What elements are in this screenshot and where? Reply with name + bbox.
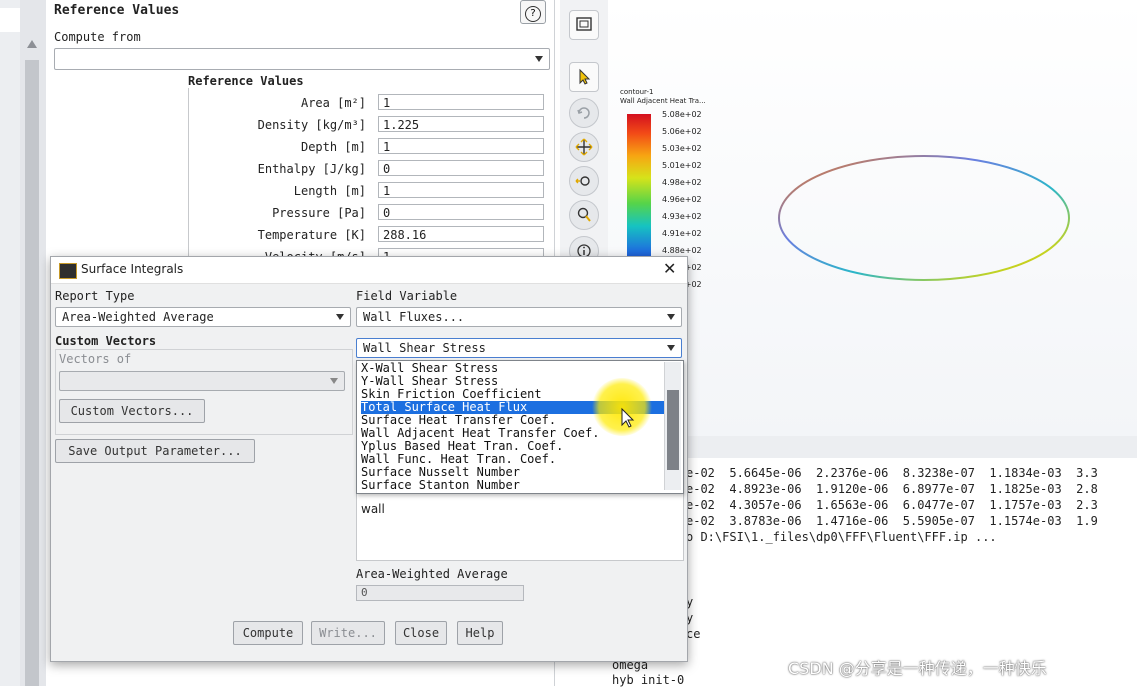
colorbar-tick: 5.03e+02 <box>662 144 702 153</box>
console-line: o D:\FSI\1._files\dp0\FFF\Fluent\FFF.ip … <box>686 530 997 544</box>
colorbar-tick: 4.91e+02 <box>662 229 702 238</box>
ref-input-temperature[interactable]: 288.16 <box>378 226 544 242</box>
compute-from-label: Compute from <box>54 30 141 44</box>
colorbar-tick: 5.08e+02 <box>662 110 702 119</box>
zoom-in-out-button[interactable] <box>569 166 599 196</box>
close-icon[interactable]: ✕ <box>663 259 676 278</box>
ref-row-temperature: Temperature [K] 288.16 <box>196 226 546 244</box>
report-type-dropdown[interactable]: Area-Weighted Average <box>55 307 351 327</box>
compute-button[interactable]: Compute <box>233 621 303 645</box>
vectors-of-label: Vectors of <box>59 352 132 366</box>
console-line: e-02 4.3057e-06 1.6563e-06 6.0477e-07 1.… <box>686 498 1098 512</box>
ref-row-pressure: Pressure [Pa] 0 <box>196 204 546 222</box>
ref-label: Area [m²] <box>300 96 366 110</box>
colorbar-tick: 4.96e+02 <box>662 195 702 204</box>
dialog-title: Surface Integrals <box>81 262 184 276</box>
zoom-arrows-icon <box>575 176 590 186</box>
contour-name: contour-1 <box>620 88 654 96</box>
field-sub-variable-dropdown[interactable]: Wall Shear Stress <box>356 338 682 358</box>
ref-input-length[interactable]: 1 <box>378 182 544 198</box>
report-type-value: Area-Weighted Average <box>62 310 214 324</box>
ref-label: Depth [m] <box>300 140 366 154</box>
field-variable-value: Wall Fluxes... <box>363 310 465 324</box>
ref-row-length: Length [m] 1 <box>196 182 546 200</box>
result-label: Area-Weighted Average <box>356 567 508 581</box>
colorbar-tick: 4.98e+02 <box>662 178 702 187</box>
graphics-toolbar <box>560 0 609 280</box>
contour-variable: Wall Adjacent Heat Tra... <box>620 97 706 105</box>
rotate-icon <box>577 107 590 119</box>
scroll-up-icon[interactable] <box>27 40 37 48</box>
ref-label: Pressure [Pa] <box>272 206 366 220</box>
field-variable-dropdown[interactable]: Wall Fluxes... <box>356 307 682 327</box>
ref-input-density[interactable]: 1.225 <box>378 116 544 132</box>
ref-label: Length [m] <box>293 184 366 198</box>
ref-label: Density [kg/m³] <box>257 118 366 132</box>
ref-row-density: Density [kg/m³] 1.225 <box>196 116 546 134</box>
chevron-down-icon <box>336 314 344 320</box>
surfaces-list[interactable]: wall <box>356 491 684 561</box>
dropdown-scroll-thumb[interactable] <box>667 390 679 470</box>
custom-vectors-button[interactable]: Custom Vectors... <box>59 399 205 423</box>
result-value-field: 0 <box>356 585 524 601</box>
ref-row-depth: Depth [m] 1 <box>196 138 546 156</box>
compute-from-dropdown[interactable] <box>54 48 550 70</box>
save-output-parameter-button[interactable]: Save Output Parameter... <box>55 439 255 463</box>
ref-label: Temperature [K] <box>257 228 366 242</box>
left-edge-panel <box>0 0 20 686</box>
chevron-down-icon <box>667 314 675 320</box>
field-sub-variable-value: Wall Shear Stress <box>363 341 486 355</box>
reference-values-group <box>188 84 553 274</box>
rotate-button[interactable] <box>569 98 599 128</box>
reference-values-title: Reference Values <box>54 3 180 18</box>
watermark-text: CSDN @分享是一种传递，一种快乐 <box>788 659 1047 678</box>
colorbar-tick: 5.06e+02 <box>662 127 702 136</box>
view-layout-button[interactable] <box>569 10 599 40</box>
ref-row-area: Area [m²] 1 <box>196 94 546 112</box>
zoom-box-button[interactable] <box>569 200 599 230</box>
console-line: e-02 4.8923e-06 1.9120e-06 6.8977e-07 1.… <box>686 482 1098 496</box>
fluent-app-icon <box>59 263 77 279</box>
help-dialog-button[interactable]: Help <box>457 621 503 645</box>
chevron-down-icon <box>330 378 338 384</box>
colorbar-tick: 4.88e+02 <box>662 246 702 255</box>
surface-item-wall[interactable]: wall <box>361 502 385 516</box>
dialog-titlebar[interactable]: Surface Integrals ✕ <box>51 257 687 284</box>
colorbar-tick: 5.01e+02 <box>662 161 702 170</box>
chevron-down-icon <box>667 345 675 351</box>
scrollbar-track[interactable] <box>25 60 39 686</box>
select-pointer-button[interactable] <box>569 62 599 92</box>
console-line: e-02 3.8783e-06 1.4716e-06 5.5905e-07 1.… <box>686 514 1098 528</box>
console-line: ce <box>686 627 701 641</box>
layout-icon <box>576 17 592 31</box>
ref-input-pressure[interactable]: 0 <box>378 204 544 220</box>
vectors-of-dropdown[interactable] <box>59 371 345 391</box>
ref-input-enthalpy[interactable]: 0 <box>378 160 544 176</box>
custom-vectors-label: Custom Vectors <box>55 334 157 348</box>
help-button[interactable]: ? <box>520 0 546 24</box>
pointer-icon <box>579 68 591 85</box>
reference-values-group-title: Reference Values <box>188 74 308 88</box>
ref-row-enthalpy: Enthalpy [J/kg] 0 <box>196 160 546 178</box>
ref-input-area[interactable]: 1 <box>378 94 544 110</box>
colorbar <box>627 114 651 274</box>
pan-arrows-icon <box>575 138 593 156</box>
help-icon: ? <box>525 6 541 22</box>
magnifier-icon <box>577 207 591 222</box>
pan-button[interactable] <box>569 132 599 162</box>
chevron-down-icon <box>535 56 543 62</box>
ref-label: Enthalpy [J/kg] <box>257 162 366 176</box>
list-item[interactable]: Surface Stanton Number <box>361 479 665 492</box>
field-variable-label: Field Variable <box>356 289 458 303</box>
ref-input-depth[interactable]: 1 <box>378 138 544 154</box>
report-type-label: Report Type <box>55 289 135 303</box>
console-line: hyb init-0 <box>612 673 685 687</box>
console-line: e-02 5.6645e-06 2.2376e-06 8.3238e-07 1.… <box>686 466 1098 480</box>
mouse-cursor-icon <box>621 407 635 428</box>
close-button[interactable]: Close <box>395 621 447 645</box>
write-button[interactable]: Write... <box>311 621 385 645</box>
contour-ellipse <box>778 155 1070 281</box>
colorbar-tick: 4.93e+02 <box>662 212 702 221</box>
colorbar-title: contour-1 Wall Adjacent Heat Tra... <box>620 88 706 106</box>
